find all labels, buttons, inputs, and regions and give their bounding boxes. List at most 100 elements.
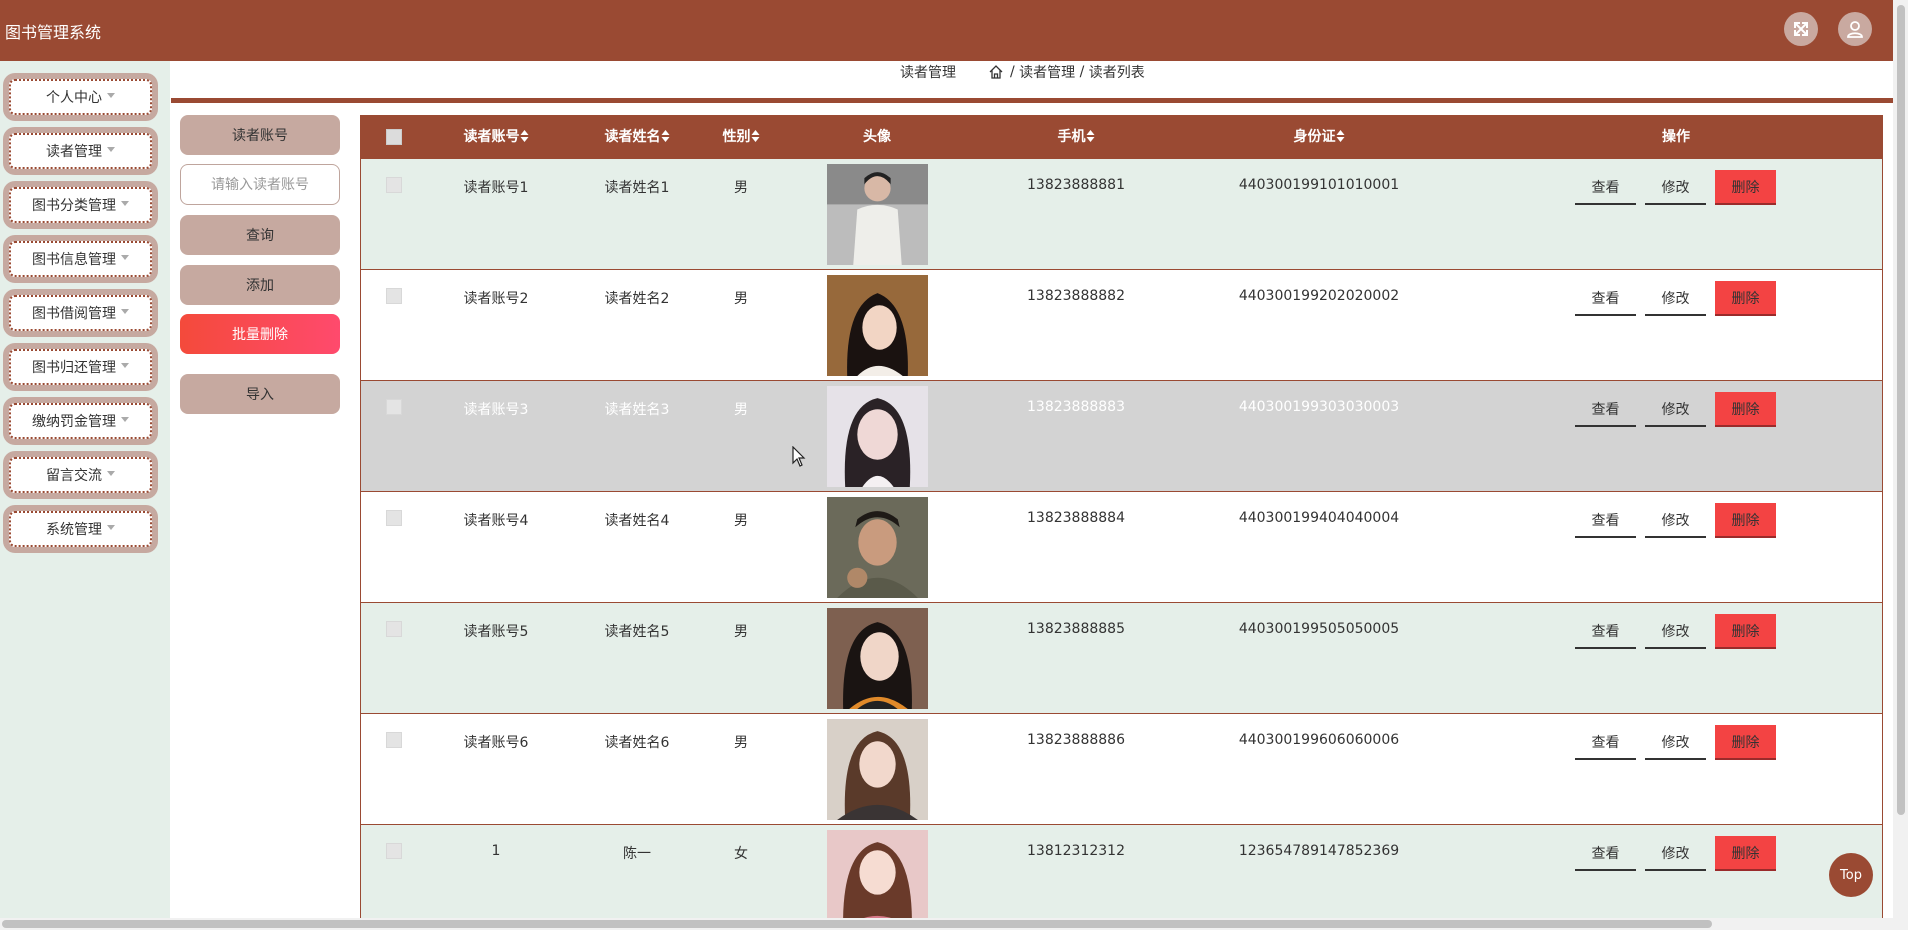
sort-icon[interactable] [520,130,529,142]
sidebar-item-book-category[interactable]: 图书分类管理 [3,181,158,229]
view-button[interactable]: 查看 [1575,725,1636,760]
delete-button[interactable]: 删除 [1715,836,1776,871]
table-row[interactable]: 读者账号6 读者姓名6 男 13823888886 44030019960606… [361,714,1882,825]
avatar[interactable] [827,164,928,265]
sort-icon[interactable] [751,130,760,142]
row-checkbox[interactable] [386,399,402,415]
view-button[interactable]: 查看 [1575,392,1636,427]
avatar[interactable] [827,830,928,920]
sidebar-item-label: 系统管理 [46,522,102,538]
edit-button[interactable]: 修改 [1645,281,1706,316]
cell-idcard: 440300199202020002 [1238,288,1400,304]
column-header-account[interactable]: 读者账号 [464,115,529,159]
row-checkbox[interactable] [386,510,402,526]
delete-button[interactable]: 删除 [1715,170,1776,205]
avatar[interactable] [827,275,928,376]
edit-button[interactable]: 修改 [1645,170,1706,205]
edit-button[interactable]: 修改 [1645,614,1706,649]
horizontal-scrollbar[interactable] [0,918,1893,930]
chevron-down-icon [121,200,129,206]
sidebar-item-system[interactable]: 系统管理 [3,505,158,553]
back-to-top-button[interactable]: Top [1829,853,1873,897]
search-input[interactable] [180,164,340,205]
cell-idcard: 440300199606060006 [1238,732,1400,748]
avatar[interactable] [827,497,928,598]
select-all-checkbox[interactable] [386,129,402,145]
row-checkbox[interactable] [386,843,402,859]
delete-button[interactable]: 删除 [1715,725,1776,760]
cell-gender: 男 [734,180,748,196]
column-header-phone[interactable]: 手机 [1058,115,1095,159]
fullscreen-button[interactable] [1784,12,1818,46]
query-button[interactable]: 查询 [180,215,340,255]
sidebar-item-book-info[interactable]: 图书信息管理 [3,235,158,283]
cell-gender: 男 [734,513,748,529]
sidebar-item-label: 图书分类管理 [32,198,116,214]
sidebar-item-label: 个人中心 [46,90,102,106]
scrollbar-thumb[interactable] [2,920,1712,928]
cell-gender: 男 [734,624,748,640]
column-header-gender[interactable]: 性别 [723,115,760,159]
table-row[interactable]: 1 陈一 女 13812312312 123654789147852369 查看… [361,825,1882,920]
readers-table: 读者账号 读者姓名 性别 头像 手机 身份证 操作 读者账号1 读者姓名1 男 … [360,115,1883,920]
cell-name: 读者姓名2 [604,291,670,307]
table-row[interactable]: 读者账号4 读者姓名4 男 13823888884 44030019940404… [361,492,1882,603]
avatar[interactable] [827,386,928,487]
cell-phone: 13823888882 [1027,288,1125,304]
edit-button[interactable]: 修改 [1645,725,1706,760]
view-button[interactable]: 查看 [1575,503,1636,538]
cell-phone: 13823888884 [1027,510,1125,526]
edit-button[interactable]: 修改 [1645,836,1706,871]
sidebar: 个人中心 读者管理 图书分类管理 图书信息管理 图书借阅管理 图书归还管理 缴纳… [0,61,170,920]
home-icon[interactable] [988,64,1004,80]
add-button[interactable]: 添加 [180,265,340,305]
delete-button[interactable]: 删除 [1715,614,1776,649]
cell-phone: 13823888886 [1027,732,1125,748]
cell-gender: 男 [734,735,748,751]
sidebar-item-borrowing[interactable]: 图书借阅管理 [3,289,158,337]
table-row[interactable]: 读者账号2 读者姓名2 男 13823888882 44030019920202… [361,270,1882,381]
sort-icon[interactable] [1336,130,1345,142]
view-button[interactable]: 查看 [1575,614,1636,649]
row-checkbox[interactable] [386,732,402,748]
sidebar-item-messages[interactable]: 留言交流 [3,451,158,499]
vertical-scrollbar[interactable] [1893,0,1908,930]
table-row[interactable]: 读者账号3 读者姓名3 男 13823888883 44030019930303… [361,381,1882,492]
sort-icon[interactable] [661,130,670,142]
delete-button[interactable]: 删除 [1715,503,1776,538]
edit-button[interactable]: 修改 [1645,503,1706,538]
column-header-name[interactable]: 读者姓名 [605,115,670,159]
cell-idcard: 440300199505050005 [1238,621,1400,637]
chevron-down-icon [107,146,115,152]
edit-button[interactable]: 修改 [1645,392,1706,427]
breadcrumb-link-readers[interactable]: 读者管理 [1019,62,1075,82]
sidebar-item-returns[interactable]: 图书归还管理 [3,343,158,391]
delete-button[interactable]: 删除 [1715,281,1776,316]
column-header-idcard[interactable]: 身份证 [1294,115,1345,159]
sidebar-item-fines[interactable]: 缴纳罚金管理 [3,397,158,445]
breadcrumb: 读者管理 / 读者管理 / 读者列表 [900,62,1145,82]
sidebar-item-label: 图书归还管理 [32,360,116,376]
view-button[interactable]: 查看 [1575,281,1636,316]
sort-icon[interactable] [1086,130,1095,142]
row-checkbox[interactable] [386,177,402,193]
app-title: 图书管理系统 [5,23,102,42]
user-menu-button[interactable] [1838,12,1872,46]
avatar[interactable] [827,608,928,709]
batch-delete-button[interactable]: 批量删除 [180,314,340,354]
cell-idcard: 123654789147852369 [1238,843,1400,859]
table-row[interactable]: 读者账号1 读者姓名1 男 13823888881 44030019910101… [361,159,1882,270]
view-button[interactable]: 查看 [1575,836,1636,871]
page-title: 读者管理 [900,65,956,81]
sidebar-item-profile[interactable]: 个人中心 [3,73,158,121]
import-button[interactable]: 导入 [180,374,340,414]
sidebar-item-readers[interactable]: 读者管理 [3,127,158,175]
avatar[interactable] [827,719,928,820]
table-row[interactable]: 读者账号5 读者姓名5 男 13823888885 44030019950505… [361,603,1882,714]
cell-idcard: 440300199303030003 [1238,399,1400,415]
view-button[interactable]: 查看 [1575,170,1636,205]
delete-button[interactable]: 删除 [1715,392,1776,427]
scrollbar-thumb[interactable] [1897,5,1905,815]
row-checkbox[interactable] [386,621,402,637]
row-checkbox[interactable] [386,288,402,304]
